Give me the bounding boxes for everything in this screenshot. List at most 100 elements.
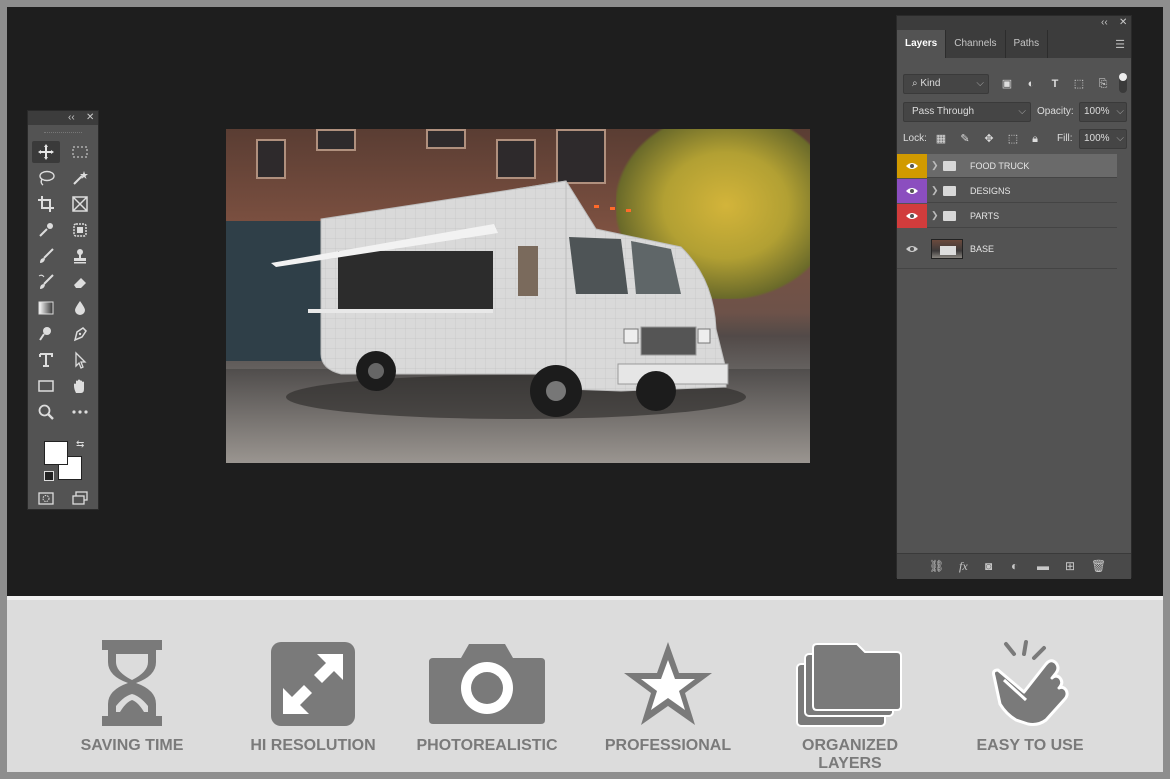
more-tools-icon[interactable] (66, 401, 94, 423)
pointing-hand-icon (992, 640, 1069, 726)
screenshot-frame: ‹‹ ✕ ⇆ ‹‹ ✕ Layers Channels Paths ☰ ⌕ Ki… (0, 0, 1170, 779)
opacity-label: Opacity: (1037, 106, 1074, 117)
visibility-toggle[interactable] (897, 229, 927, 269)
lock-artboard-icon[interactable]: ⬚ (1005, 131, 1021, 147)
feature-easy-to-use: EASY TO USE (950, 640, 1110, 770)
feature-label: HI RESOLUTION (250, 737, 376, 754)
layer-row-base[interactable]: BASE (897, 229, 1117, 269)
layer-filter-select[interactable]: ⌕ Kind ⌵ (903, 74, 989, 94)
close-icon[interactable]: ✕ (86, 111, 94, 125)
layer-thumbnail (931, 239, 963, 259)
fill-label: Fill: (1057, 133, 1073, 144)
swap-colors-icon[interactable]: ⇆ (76, 439, 84, 450)
brush-tool[interactable] (32, 245, 60, 267)
stamp-tool[interactable] (66, 245, 94, 267)
collapse-icon[interactable]: ‹‹ (1101, 16, 1108, 30)
layer-name: DESIGNS (970, 186, 1011, 196)
shape-filter-icon[interactable]: ⬚ (1071, 76, 1087, 92)
blur-tool[interactable] (66, 297, 94, 319)
stacked-folders-icon (796, 643, 902, 727)
marquee-tool[interactable] (66, 141, 94, 163)
smart-object-filter-icon[interactable]: ⎘ (1095, 76, 1111, 92)
type-tool[interactable] (32, 349, 60, 371)
blend-mode-select[interactable]: Pass Through ⌵ (903, 102, 1031, 122)
lock-image-icon[interactable]: ✎ (957, 131, 973, 147)
adjustment-layer-icon[interactable]: ◐ (1011, 559, 1018, 573)
chevron-down-icon: ⌵ (1116, 133, 1124, 144)
move-tool[interactable] (32, 141, 60, 163)
pixel-filter-icon[interactable]: ▣ (999, 76, 1015, 92)
lasso-tool[interactable] (32, 167, 60, 189)
adjustment-filter-icon[interactable]: ◐ (1023, 76, 1039, 92)
add-mask-icon[interactable]: ◙ (985, 559, 992, 573)
lock-transparent-icon[interactable]: ▦ (933, 131, 949, 147)
rectangle-tool[interactable] (32, 375, 60, 397)
layer-row-parts[interactable]: ❯ PARTS (897, 204, 1117, 228)
eyedropper-tool[interactable] (32, 219, 60, 241)
tab-paths[interactable]: Paths (1006, 30, 1049, 58)
feature-label: PHOTOREALISTIC (416, 737, 558, 754)
layer-name: PARTS (970, 211, 1000, 221)
magic-wand-tool[interactable] (66, 167, 94, 189)
lock-label: Lock: (903, 133, 927, 144)
quick-mask-icon[interactable] (32, 487, 60, 509)
pen-tool[interactable] (66, 323, 94, 345)
tab-channels[interactable]: Channels (946, 30, 1006, 58)
chevron-down-icon: ⌵ (1116, 106, 1124, 117)
feature-photorealistic: PHOTOREALISTIC (407, 640, 567, 770)
frame-tool[interactable] (66, 193, 94, 215)
eye-icon (906, 213, 918, 219)
fill-field[interactable]: 100% ⌵ (1079, 129, 1127, 149)
opacity-field[interactable]: 100% ⌵ (1079, 102, 1127, 122)
filter-toggle[interactable] (1119, 73, 1127, 93)
star-icon (624, 642, 712, 725)
layers-panel-footer: ⛓ fx ◙ ◐ ▬ ⊞ 🗑︎ (897, 553, 1131, 579)
hand-tool[interactable] (66, 375, 94, 397)
delete-layer-icon[interactable]: 🗑︎ (1091, 559, 1106, 573)
default-colors-icon[interactable] (44, 471, 54, 481)
feature-label: SAVING TIME (80, 737, 184, 754)
tab-layers[interactable]: Layers (897, 30, 947, 58)
food-truck-image (271, 180, 746, 419)
panel-menu-icon[interactable]: ☰ (1115, 38, 1125, 51)
visibility-toggle[interactable] (897, 204, 927, 228)
lock-all-icon[interactable]: 🔒︎ (1027, 131, 1043, 147)
fill-value: 100% (1084, 133, 1110, 144)
spot-healing-tool[interactable] (66, 219, 94, 241)
panel-tabs: Layers Channels Paths ☰ (897, 30, 1131, 58)
expand-arrow-icon[interactable]: ❯ (931, 210, 939, 221)
layer-name: BASE (970, 244, 995, 254)
layers-panel-header[interactable]: ‹‹ ✕ (897, 16, 1131, 30)
expand-arrow-icon[interactable]: ❯ (931, 160, 939, 171)
lock-position-icon[interactable]: ✥ (981, 131, 997, 147)
zoom-tool[interactable] (32, 401, 60, 423)
collapse-icon[interactable]: ‹‹ (68, 111, 75, 125)
gradient-tool[interactable] (32, 297, 60, 319)
dodge-tool[interactable] (32, 323, 60, 345)
expand-arrow-icon[interactable]: ❯ (931, 185, 939, 196)
eraser-tool[interactable] (66, 271, 94, 293)
link-layers-icon[interactable]: ⛓ (929, 559, 944, 573)
new-layer-icon[interactable]: ⊞ (1065, 559, 1075, 573)
tools-panel: ‹‹ ✕ ⇆ (27, 110, 99, 510)
foreground-color-swatch[interactable] (44, 441, 68, 465)
document-canvas[interactable] (226, 129, 810, 463)
camera-icon (429, 644, 545, 724)
feature-label: PROFESSIONAL (604, 737, 732, 754)
close-icon[interactable]: ✕ (1119, 16, 1127, 30)
layer-row-food-truck[interactable]: ❯ FOOD TRUCK (897, 154, 1117, 178)
history-brush-tool[interactable] (32, 271, 60, 293)
screen-mode-icon[interactable] (66, 487, 94, 509)
fx-icon[interactable]: fx (959, 559, 968, 574)
new-group-icon[interactable]: ▬ (1037, 559, 1049, 573)
visibility-toggle[interactable] (897, 179, 927, 203)
layer-row-designs[interactable]: ❯ DESIGNS (897, 179, 1117, 203)
tools-panel-grip[interactable] (44, 125, 82, 133)
type-filter-icon[interactable]: T (1047, 76, 1063, 92)
visibility-toggle[interactable] (897, 154, 927, 178)
layer-name: FOOD TRUCK (970, 161, 1030, 171)
crop-tool[interactable] (32, 193, 60, 215)
path-selection-tool[interactable] (66, 349, 94, 371)
tools-panel-header[interactable]: ‹‹ ✕ (28, 111, 98, 125)
eye-icon (906, 246, 918, 252)
